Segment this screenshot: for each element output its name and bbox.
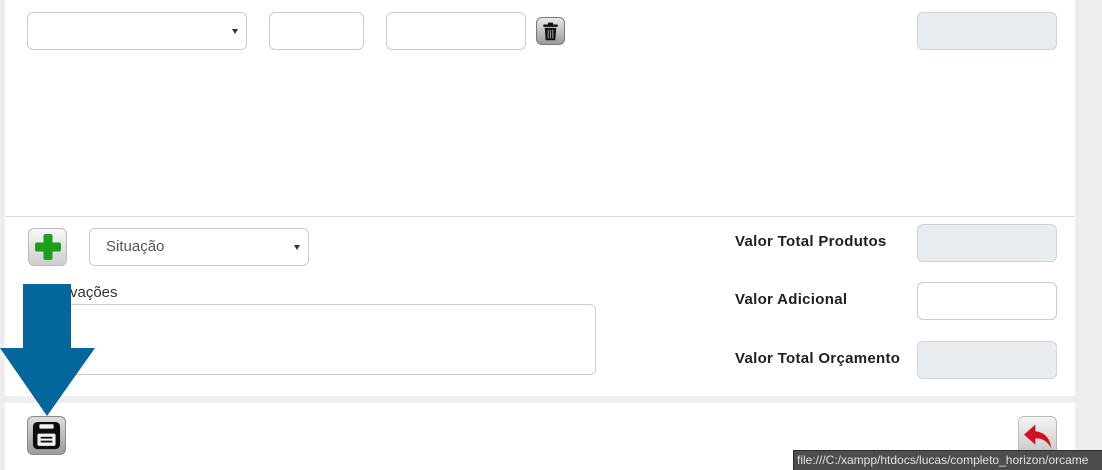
undo-arrow-icon — [1023, 424, 1051, 448]
quantity-input[interactable] — [269, 12, 364, 50]
section-divider — [5, 216, 1075, 217]
additional-value-label: Valor Adicional — [735, 291, 848, 308]
chevron-down-icon — [232, 29, 238, 34]
row-total-field — [917, 12, 1057, 50]
situacao-select-value: Situação — [106, 238, 165, 255]
product-select[interactable] — [27, 12, 247, 50]
chevron-down-icon — [294, 245, 300, 250]
situacao-select[interactable]: Situação — [89, 228, 309, 266]
total-products-label: Valor Total Produtos — [735, 233, 887, 250]
save-icon — [32, 421, 61, 450]
total-budget-field — [917, 341, 1057, 379]
observations-textarea[interactable] — [27, 304, 596, 375]
budget-form-panel: Situação vações Valor Total Produtos Val… — [5, 0, 1075, 396]
total-products-field — [917, 224, 1057, 262]
save-button[interactable] — [27, 416, 66, 455]
delete-row-button[interactable] — [536, 17, 565, 45]
down-arrow-icon — [0, 284, 95, 416]
add-item-button[interactable] — [28, 228, 67, 266]
additional-value-input[interactable] — [917, 282, 1057, 320]
trash-icon — [543, 22, 558, 40]
unit-price-input[interactable] — [386, 12, 526, 50]
plus-icon — [34, 234, 61, 260]
total-budget-label: Valor Total Orçamento — [735, 350, 901, 367]
browser-status-bar: file:///C:/xampp/htdocs/lucas/completo_h… — [793, 450, 1102, 470]
